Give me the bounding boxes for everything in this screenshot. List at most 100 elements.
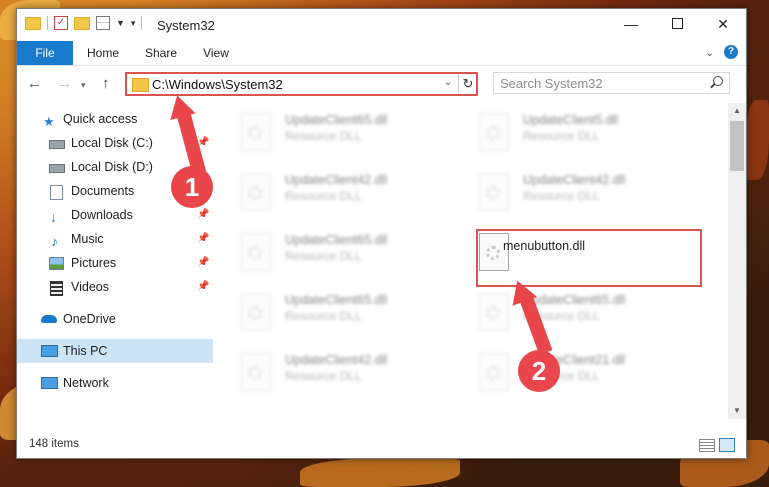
drive-icon: [49, 164, 65, 173]
file-type: Resource DLL: [285, 309, 362, 323]
search-placeholder: Search System32: [500, 76, 603, 91]
navigation-bar: ← → ▾ ↑ C:\Windows\System32 ⌄ ↻ Search S…: [17, 67, 746, 101]
file-type: Resource DLL: [285, 249, 362, 263]
minimize-button[interactable]: —: [608, 9, 654, 39]
file-type: Resource DLL: [285, 189, 362, 203]
maximize-icon: [671, 18, 683, 29]
highlight-box: [476, 229, 702, 287]
new-folder-icon[interactable]: [74, 16, 90, 30]
drive-icon: [49, 140, 65, 149]
search-input[interactable]: Search System32: [493, 72, 730, 94]
quick-access-toolbar: ✓ ▼ ▾: [25, 16, 143, 30]
sidebar-item-label: Network: [63, 376, 109, 390]
large-icons-view-icon[interactable]: [719, 438, 735, 452]
background-leaf: [745, 100, 769, 180]
file-explorer-window: ✓ ▼ ▾ System32 — ✕ File Home Share View …: [16, 8, 747, 459]
monitor-icon: [41, 345, 58, 357]
file-type: Resource DLL: [285, 129, 362, 143]
customize-toolbar-icon[interactable]: ▾: [131, 18, 136, 29]
tab-view[interactable]: View: [197, 41, 235, 65]
sidebar-item-videos[interactable]: Videos 📌: [17, 275, 213, 299]
search-icon: [713, 76, 723, 86]
scroll-down-icon[interactable]: ▼: [728, 403, 746, 419]
sidebar-item-this-pc[interactable]: This PC: [17, 339, 213, 363]
dll-file-icon: [479, 113, 509, 151]
navigation-pane: ★ Quick access Local Disk (C:) 📌 Local D…: [17, 103, 213, 419]
vertical-scrollbar[interactable]: ▲ ▼: [728, 103, 746, 419]
details-view-icon[interactable]: [699, 439, 715, 452]
sidebar-item-network[interactable]: Network: [17, 371, 213, 395]
file-tile[interactable]: UpdateClient42.dll Resource DLL: [451, 167, 681, 217]
network-icon: [41, 377, 58, 389]
file-tile[interactable]: UpdateClient65.dll Resource DLL: [451, 287, 681, 337]
file-name: UpdateClient42.dll: [523, 173, 626, 187]
file-name: UpdateClient42.dll: [285, 353, 388, 367]
up-arrow-icon[interactable]: ↑: [102, 75, 110, 92]
dll-file-icon: [241, 233, 271, 271]
refresh-icon[interactable]: ↻: [458, 74, 477, 94]
scroll-up-icon[interactable]: ▲: [728, 103, 746, 119]
file-name: UpdateClient65.dll: [285, 113, 388, 127]
close-button[interactable]: ✕: [700, 9, 746, 39]
documents-icon: [50, 185, 63, 200]
sidebar-item-label: Music: [71, 232, 104, 246]
pin-icon[interactable]: 📌: [197, 251, 209, 275]
pin-icon[interactable]: 📌: [197, 227, 209, 251]
sidebar-item-label: Videos: [71, 280, 109, 294]
expand-ribbon-icon[interactable]: ⌄: [705, 46, 714, 59]
ribbon: File Home Share View ⌄ ?: [17, 41, 746, 66]
file-tile[interactable]: UpdateClient65.dll Resource DLL: [213, 227, 443, 277]
pictures-icon: [49, 257, 64, 270]
dll-file-icon: [241, 293, 271, 331]
file-tile[interactable]: UpdateClient42.dll Resource DLL: [213, 167, 443, 217]
sidebar-item-pictures[interactable]: Pictures 📌: [17, 251, 213, 275]
back-arrow-icon[interactable]: ←: [27, 75, 42, 92]
sidebar-item-label: Quick access: [63, 112, 138, 126]
sidebar-item-label: Local Disk (D:): [71, 160, 153, 174]
sidebar-item-label: Downloads: [71, 208, 133, 222]
sidebar-item-onedrive[interactable]: OneDrive: [17, 307, 213, 331]
forward-arrow-icon[interactable]: →: [57, 75, 72, 92]
separator: [141, 16, 143, 30]
maximize-button[interactable]: [654, 9, 700, 39]
sidebar-item-label: OneDrive: [63, 312, 116, 326]
tab-home[interactable]: Home: [81, 41, 125, 65]
sidebar-item-label: Pictures: [71, 256, 117, 270]
chevron-down-icon[interactable]: ▼: [116, 18, 125, 28]
properties-check-icon[interactable]: ✓: [54, 16, 68, 30]
file-name: UpdateClient65.dll: [523, 293, 626, 307]
dll-file-icon: [241, 113, 271, 151]
chevron-down-icon[interactable]: ⌄: [444, 77, 452, 88]
window-title: System32: [157, 18, 215, 33]
item-count: 148 items: [29, 438, 79, 450]
dll-file-icon: [241, 353, 271, 391]
step-2-badge: 2: [518, 350, 560, 392]
properties-icon[interactable]: [96, 16, 110, 30]
address-path[interactable]: C:\Windows\System32: [152, 77, 283, 92]
dll-file-icon: [479, 293, 509, 331]
help-icon[interactable]: ?: [724, 45, 738, 59]
file-name: UpdateClient5.dll: [523, 113, 619, 127]
dll-file-icon: [479, 173, 509, 211]
cloud-icon: [41, 315, 57, 323]
sidebar-item-music[interactable]: ♪ Music 📌: [17, 227, 213, 251]
file-tile[interactable]: UpdateClient65.dll Resource DLL: [213, 107, 443, 157]
title-bar: ✓ ▼ ▾ System32 — ✕: [17, 9, 746, 41]
file-tile[interactable]: UpdateClient5.dll Resource DLL: [451, 107, 681, 157]
file-type: Resource DLL: [523, 189, 600, 203]
status-bar: 148 items: [17, 433, 746, 457]
pin-icon[interactable]: 📌: [197, 275, 209, 299]
scroll-thumb[interactable]: [730, 121, 744, 171]
sidebar-item-label: Documents: [71, 184, 135, 198]
recent-locations-icon[interactable]: ▾: [81, 80, 86, 91]
dll-file-icon: [479, 353, 509, 391]
file-tile[interactable]: UpdateClient21.dll Resource DLL: [451, 347, 681, 397]
tab-file[interactable]: File: [17, 41, 73, 65]
address-bar[interactable]: C:\Windows\System32 ⌄ ↻: [125, 72, 478, 96]
file-name: UpdateClient65.dll: [285, 233, 388, 247]
file-tile[interactable]: UpdateClient42.dll Resource DLL: [213, 347, 443, 397]
file-tile[interactable]: UpdateClient65.dll Resource DLL: [213, 287, 443, 337]
folder-icon: [25, 16, 41, 30]
tab-share[interactable]: Share: [137, 41, 185, 65]
file-name: UpdateClient42.dll: [285, 173, 388, 187]
